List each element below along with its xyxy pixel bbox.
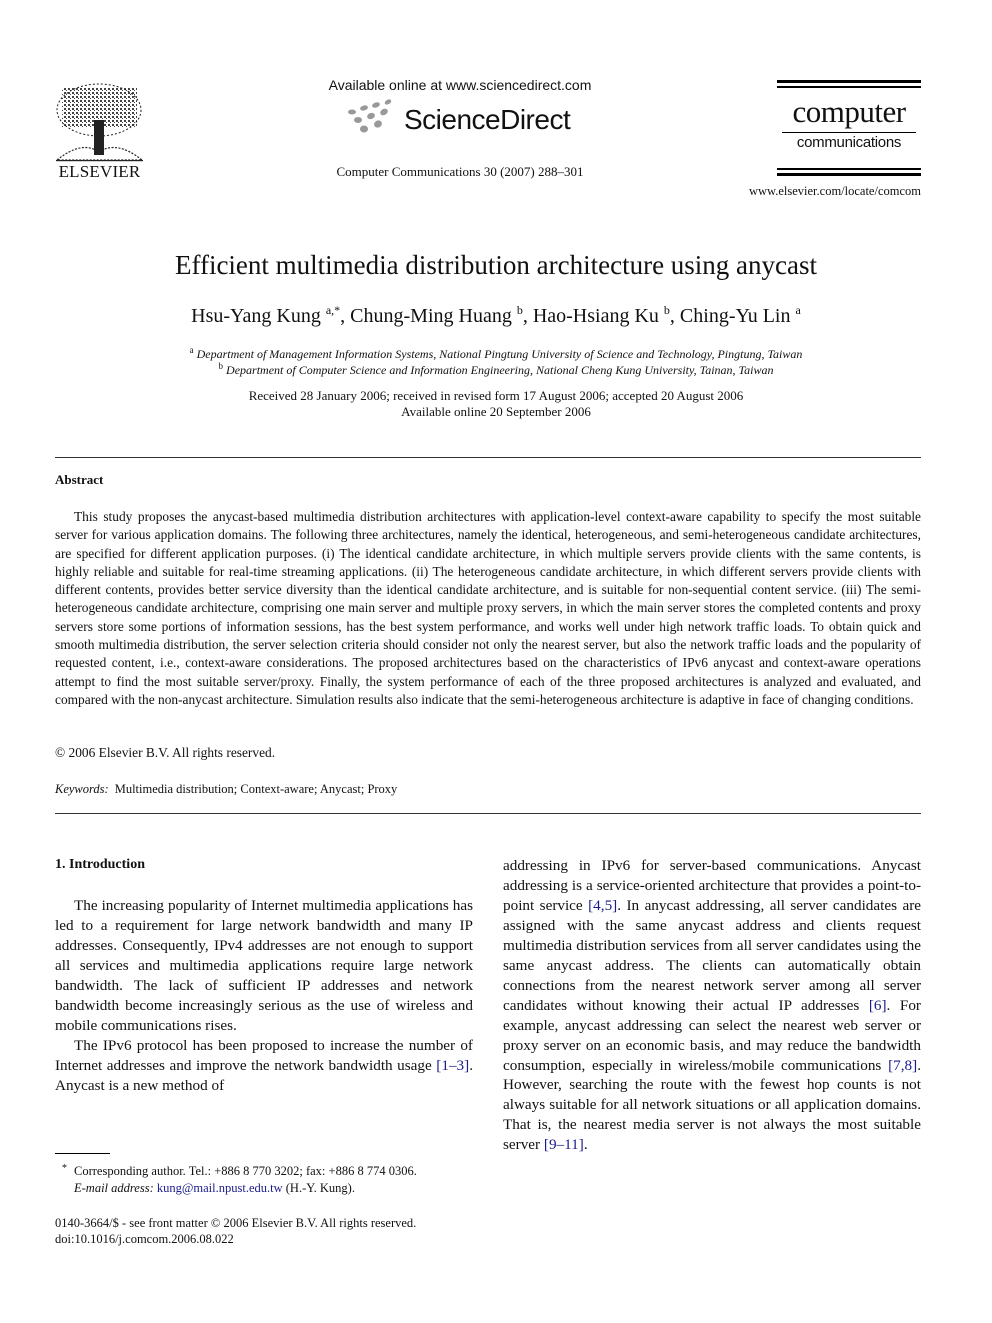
intro-paragraph-2-start: The IPv6 protocol has been proposed to i… xyxy=(55,1036,473,1096)
journal-logo-divider xyxy=(782,132,916,133)
citation-link[interactable]: [9–11] xyxy=(544,1136,584,1153)
citation-link[interactable]: [7,8] xyxy=(888,1057,917,1074)
abstract-heading: Abstract xyxy=(55,472,104,487)
journal-logo-bottom-rules xyxy=(777,168,921,176)
journal-logo-computer: computer xyxy=(792,94,906,129)
journal-logo-communications: communications xyxy=(796,134,902,151)
keywords: Keywords: Multimedia distribution; Contex… xyxy=(55,782,397,797)
abstract-body: This study proposes the anycast-based mu… xyxy=(55,509,921,707)
footnote-mark: * xyxy=(62,1163,67,1174)
author-marks: a xyxy=(795,303,801,317)
sciencedirect-dots-icon xyxy=(348,99,392,133)
email-link[interactable]: kung@mail.npust.edu.tw xyxy=(157,1181,283,1195)
author-name: Chung-Ming Huang xyxy=(350,305,512,327)
author-marks: b xyxy=(516,303,523,317)
citation-link[interactable]: [4,5] xyxy=(588,897,617,914)
issn-text: 0140-3664/$ - see front matter © 2006 El… xyxy=(55,1216,417,1230)
email-label: E-mail address: xyxy=(74,1181,154,1195)
paragraph-text: . In anycast addressing, all server cand… xyxy=(503,896,922,1014)
author-name: Hsu-Yang Kung xyxy=(191,305,321,327)
author-list: Hsu-Yang Kung a,*, Chung-Ming Huang b, H… xyxy=(191,303,801,327)
footnote-divider xyxy=(55,1153,110,1154)
author-name: Hao-Hsiang Ku xyxy=(532,305,659,327)
journal-url-link[interactable]: www.elsevier.com/locate/comcom xyxy=(700,184,921,199)
email-suffix: (H.-Y. Kung). xyxy=(282,1181,355,1195)
affiliation-a: a Department of Management Information S… xyxy=(0,345,992,362)
corresponding-author-footnote: * Corresponding author. Tel.: +886 8 770 … xyxy=(55,1160,475,1197)
paper-title: Efficient multimedia distribution archit… xyxy=(174,250,818,280)
paragraph-text: The IPv6 protocol has been proposed to i… xyxy=(55,1036,473,1074)
body-column-left: The increasing popularity of Internet mu… xyxy=(55,896,473,1096)
affiliation-text: Department of Computer Science and Infor… xyxy=(226,363,774,377)
abstract-top-divider xyxy=(55,457,921,458)
available-online-text: Available online at www.sciencedirect.co… xyxy=(328,77,592,93)
citation-link[interactable]: [6] xyxy=(869,997,887,1014)
elsevier-wordmark: ELSEVIER xyxy=(58,162,141,181)
affiliation-b: b Department of Computer Science and Inf… xyxy=(0,361,992,378)
author-marks: a,* xyxy=(325,303,341,317)
sciencedirect-wordmark: ScienceDirect xyxy=(404,104,571,135)
affiliation-mark: b xyxy=(218,361,224,371)
received-dates: Received 28 January 2006; received in re… xyxy=(248,388,744,403)
abstract-copyright: © 2006 Elsevier B.V. All rights reserved… xyxy=(55,745,276,760)
intro-paragraph-1: The increasing popularity of Internet mu… xyxy=(55,897,473,1034)
intro-paragraph-2-continued: addressing in IPv6 for server-based comm… xyxy=(503,856,921,1155)
issn-info: 0140-3664/$ - see front matter © 2006 El… xyxy=(55,1215,416,1247)
abstract-bottom-divider xyxy=(55,813,921,814)
corresponding-author-text: Corresponding author. Tel.: +886 8 770 3… xyxy=(74,1164,417,1178)
section-heading-introduction: 1. Introduction xyxy=(55,857,145,872)
paragraph-text: . xyxy=(583,1136,588,1154)
citation-link[interactable]: [1–3] xyxy=(436,1057,469,1074)
author-marks: b xyxy=(663,303,670,317)
author-name: Ching-Yu Lin xyxy=(679,305,791,327)
journal-reference: Computer Communications 30 (2007) 288–30… xyxy=(336,164,584,179)
affiliation-text: Department of Management Information Sys… xyxy=(196,347,803,361)
journal-logo-top-rules xyxy=(777,80,921,88)
doi-text[interactable]: doi:10.1016/j.comcom.2006.08.022 xyxy=(55,1231,416,1247)
keywords-list: Multimedia distribution; Context-aware; … xyxy=(114,782,398,796)
available-online-date: Available online 20 September 2006 xyxy=(401,404,591,419)
keywords-label: Keywords: xyxy=(55,782,109,796)
affiliation-mark: a xyxy=(189,345,194,355)
body-column-right: addressing in IPv6 for server-based comm… xyxy=(503,856,921,1155)
